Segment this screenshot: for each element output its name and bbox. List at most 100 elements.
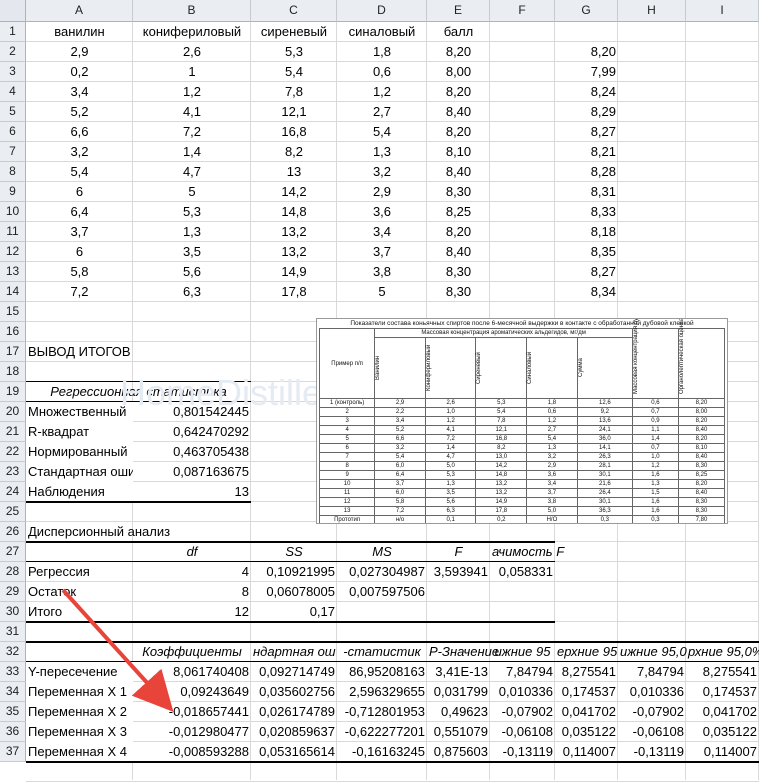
data-cell[interactable]: 13 [251, 162, 337, 182]
predicted-cell[interactable]: 8,29 [555, 102, 618, 122]
anova-header[interactable]: df [133, 542, 251, 562]
embedded-table-image[interactable]: Показатели состава коньячных спиртов пос… [316, 318, 728, 524]
coef-header[interactable]: ндартная ош [251, 642, 337, 662]
anova-row-label[interactable]: Итого [26, 602, 133, 622]
data-cell[interactable]: 7,8 [251, 82, 337, 102]
coef-value[interactable]: 0,875603 [427, 742, 490, 762]
data-cell[interactable]: 8,20 [427, 122, 490, 142]
row-header-13[interactable]: 13 [0, 262, 26, 282]
header-cell[interactable]: ванилин [26, 22, 133, 42]
data-cell[interactable]: 8,25 [427, 202, 490, 222]
reg-stats-title[interactable]: Регрессионная статистика [26, 382, 251, 402]
coef-value[interactable]: 0,551079 [427, 722, 490, 742]
row-header-22[interactable]: 22 [0, 442, 26, 462]
predicted-cell[interactable]: 8,24 [555, 82, 618, 102]
coef-value[interactable]: 8,061740408 [133, 662, 251, 682]
data-cell[interactable]: 1,3 [133, 222, 251, 242]
coef-value[interactable]: 2,596329655 [337, 682, 427, 702]
coef-value[interactable]: 0,020859637 [251, 722, 337, 742]
row-header-3[interactable]: 3 [0, 62, 26, 82]
stat-value[interactable]: 0,642470292 [133, 422, 251, 442]
coef-header[interactable]: Коэффициенты [133, 642, 251, 662]
anova-value[interactable]: 0,058331 [490, 562, 555, 582]
coef-value[interactable]: 0,053165614 [251, 742, 337, 762]
coef-value[interactable]: -0,712801953 [337, 702, 427, 722]
coef-value[interactable]: 0,49623 [427, 702, 490, 722]
anova-value[interactable]: 4 [133, 562, 251, 582]
data-cell[interactable]: 0,6 [337, 62, 427, 82]
column-header-f[interactable]: F [490, 0, 555, 22]
data-cell[interactable]: 17,8 [251, 282, 337, 302]
row-header-12[interactable]: 12 [0, 242, 26, 262]
coef-value[interactable]: 0,041702 [686, 702, 759, 722]
row-header-21[interactable]: 21 [0, 422, 26, 442]
row-header-16[interactable]: 16 [0, 322, 26, 342]
predicted-cell[interactable]: 8,20 [555, 42, 618, 62]
row-header-14[interactable]: 14 [0, 282, 26, 302]
coef-value[interactable]: 0,035602756 [251, 682, 337, 702]
predicted-cell[interactable]: 8,21 [555, 142, 618, 162]
data-cell[interactable]: 2,9 [337, 182, 427, 202]
header-cell[interactable]: конифериловый [133, 22, 251, 42]
row-header-34[interactable]: 34 [0, 682, 26, 702]
predicted-cell[interactable]: 8,33 [555, 202, 618, 222]
column-header-e[interactable]: E [427, 0, 490, 22]
data-cell[interactable]: 1,8 [337, 42, 427, 62]
row-header-5[interactable]: 5 [0, 102, 26, 122]
data-cell[interactable]: 3,4 [26, 82, 133, 102]
coef-value[interactable]: -0,07902 [618, 702, 686, 722]
coef-value[interactable]: -0,07902 [490, 702, 555, 722]
stat-value[interactable]: 13 [133, 482, 251, 502]
row-header-19[interactable]: 19 [0, 382, 26, 402]
data-cell[interactable]: 8,10 [427, 142, 490, 162]
data-cell[interactable]: 6 [26, 182, 133, 202]
row-header-15[interactable]: 15 [0, 302, 26, 322]
data-cell[interactable]: 8,20 [427, 82, 490, 102]
stat-label[interactable]: Нормированный [26, 442, 133, 462]
data-cell[interactable]: 2,9 [26, 42, 133, 62]
predicted-cell[interactable]: 8,34 [555, 282, 618, 302]
row-header-27[interactable]: 27 [0, 542, 26, 562]
coef-header[interactable]: ижние 95,0 [618, 642, 687, 662]
header-cell[interactable]: сиреневый [251, 22, 337, 42]
anova-title[interactable]: Дисперсионный анализ [26, 522, 170, 542]
row-header-7[interactable]: 7 [0, 142, 26, 162]
header-cell[interactable]: балл [427, 22, 490, 42]
data-cell[interactable]: 5,3 [251, 42, 337, 62]
data-cell[interactable]: 4,7 [133, 162, 251, 182]
coef-header[interactable]: -статистик [337, 642, 427, 662]
data-cell[interactable]: 14,9 [251, 262, 337, 282]
data-cell[interactable]: 8,30 [427, 282, 490, 302]
row-header-4[interactable]: 4 [0, 82, 26, 102]
row-header-28[interactable]: 28 [0, 562, 26, 582]
column-header-d[interactable]: D [337, 0, 427, 22]
anova-value[interactable]: 8 [133, 582, 251, 602]
coef-row-label[interactable]: Y-пересечение [26, 662, 133, 682]
row-header-8[interactable]: 8 [0, 162, 26, 182]
column-header-a[interactable]: A [26, 0, 133, 22]
stat-value[interactable]: 0,463705438 [133, 442, 251, 462]
anova-value[interactable]: 0,027304987 [337, 562, 427, 582]
select-all-corner[interactable] [0, 0, 26, 22]
coef-value[interactable]: -0,13119 [618, 742, 686, 762]
anova-value[interactable]: 12 [133, 602, 251, 622]
coef-value[interactable]: -0,13119 [490, 742, 555, 762]
coef-value[interactable]: 0,035122 [555, 722, 618, 742]
predicted-cell[interactable]: 8,28 [555, 162, 618, 182]
stat-label[interactable]: Стандартная оши [26, 462, 133, 482]
row-header-9[interactable]: 9 [0, 182, 26, 202]
row-header-10[interactable]: 10 [0, 202, 26, 222]
data-cell[interactable]: 3,2 [26, 142, 133, 162]
column-header-b[interactable]: B [133, 0, 251, 22]
data-cell[interactable]: 1 [133, 62, 251, 82]
row-header-25[interactable]: 25 [0, 502, 26, 522]
anova-value[interactable]: 0,06078005 [251, 582, 337, 602]
row-header-18[interactable]: 18 [0, 362, 26, 382]
coef-value[interactable]: 0,010336 [618, 682, 686, 702]
anova-value[interactable]: 3,593941 [427, 562, 490, 582]
anova-header[interactable]: SS [251, 542, 337, 562]
coef-value[interactable]: -0,622277201 [337, 722, 427, 742]
stat-value[interactable]: 0,087163675 [133, 462, 251, 482]
coef-value[interactable]: 0,035122 [686, 722, 759, 742]
data-cell[interactable]: 8,30 [427, 262, 490, 282]
